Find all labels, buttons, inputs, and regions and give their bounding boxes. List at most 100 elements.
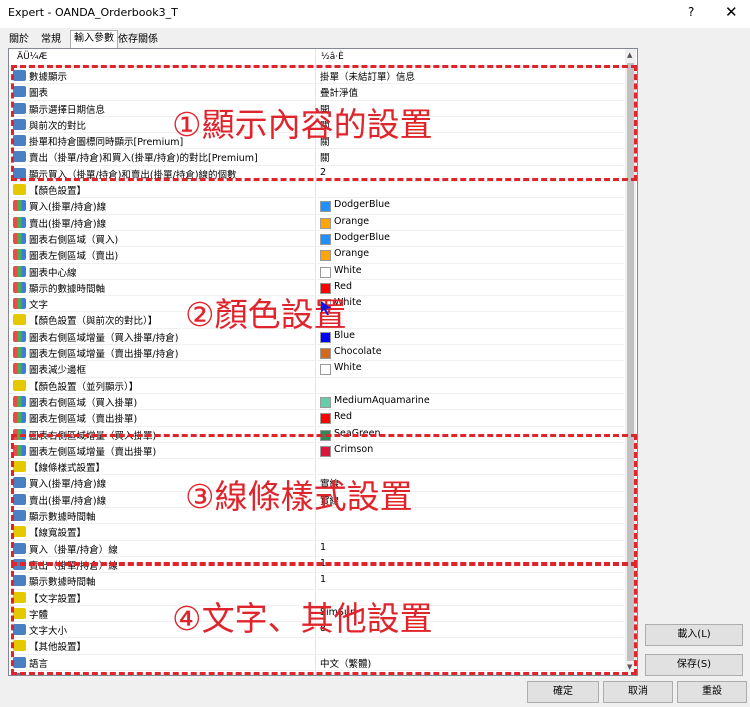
parameter-name: 【線條樣式設置】 bbox=[29, 463, 106, 475]
parameter-row[interactable]: 賣出(掛單/持倉)線 Orange bbox=[9, 215, 624, 231]
color-swatch[interactable] bbox=[320, 348, 331, 360]
reset-button[interactable]: 重設 bbox=[677, 681, 747, 703]
parameter-value[interactable]: 1 bbox=[320, 558, 326, 569]
load-button[interactable]: 載入(L) bbox=[645, 624, 743, 646]
parameter-row[interactable]: 買入(掛單/持倉)線 DodgerBlue bbox=[9, 198, 624, 215]
parameter-name: 圖表 bbox=[29, 88, 49, 100]
parameter-value[interactable]: White bbox=[334, 362, 362, 373]
color-param-icon bbox=[13, 281, 26, 293]
parameter-name: 【顏色設置（並列顯示）】 bbox=[29, 381, 139, 393]
parameter-row[interactable]: 【線寬設置】 bbox=[9, 524, 624, 541]
save-button[interactable]: 保存(S) bbox=[645, 654, 743, 676]
tab-general[interactable]: 常規 bbox=[38, 32, 64, 47]
parameter-name: 【線寬設置】 bbox=[29, 528, 87, 540]
help-icon[interactable]: ? bbox=[688, 5, 694, 19]
column-name-header[interactable]: ÄÜ¼Æ bbox=[17, 52, 47, 62]
parameter-value[interactable]: Orange bbox=[334, 216, 369, 227]
parameter-value[interactable]: 1 bbox=[320, 574, 326, 585]
parameter-row[interactable]: 圖表減少邊框 White bbox=[9, 361, 624, 378]
parameter-row[interactable]: 顯示數據時間軸 1 bbox=[9, 573, 624, 590]
cancel-button[interactable]: 取消 bbox=[603, 681, 673, 703]
parameter-row[interactable]: 圖表左側區域增量（賣出掛單/持倉) Chocolate bbox=[9, 345, 624, 362]
parameter-row[interactable]: 賣出（掛單/持倉)和買入(掛單/持倉)的對比[Premium] 關 bbox=[9, 149, 624, 166]
parameter-row[interactable]: 圖表右側區域增量（買入掛單) SeaGreen bbox=[9, 427, 624, 443]
tab-bar: 關於 常規 輸入參數 依存關係 bbox=[0, 30, 750, 49]
color-swatch[interactable] bbox=[320, 364, 331, 376]
ok-button[interactable]: 確定 bbox=[527, 681, 599, 703]
parameter-row[interactable]: 圖表左側區域（賣出) Orange bbox=[9, 247, 624, 264]
parameter-row[interactable]: 圖表左側區域（賣出掛單) Red bbox=[9, 410, 624, 427]
parameter-row[interactable]: 數據顯示 掛單（未結訂單）信息 bbox=[9, 68, 624, 85]
numeric-param-icon bbox=[13, 102, 26, 114]
numeric-param-icon bbox=[13, 558, 26, 570]
color-swatch[interactable] bbox=[320, 250, 331, 262]
parameter-name: 賣出(掛單/持倉)線 bbox=[29, 218, 107, 230]
parameter-row[interactable]: 【顏色設置】 bbox=[9, 182, 624, 199]
scroll-up-icon[interactable]: ▲ bbox=[627, 51, 632, 59]
parameter-name: 圖表右側區域（買入) bbox=[29, 234, 119, 246]
vertical-scrollbar[interactable]: ▲ ▼ bbox=[625, 49, 636, 675]
parameter-row[interactable]: 顯示買入（掛單/持倉)和賣出(掛單/持倉)線的個數 2 bbox=[9, 166, 624, 183]
parameter-value[interactable]: Chocolate bbox=[334, 346, 382, 357]
parameter-value[interactable]: White bbox=[334, 265, 362, 276]
parameter-name: 圖表減少邊框 bbox=[29, 365, 87, 377]
numeric-param-icon bbox=[13, 118, 26, 130]
parameter-value[interactable]: 掛單（未結訂單）信息 bbox=[320, 69, 415, 83]
parameter-name: 文字大小 bbox=[29, 626, 68, 638]
parameter-name: 買入(掛單/持倉)線 bbox=[29, 202, 107, 214]
parameter-name: 顯示買入（掛單/持倉)和賣出(掛單/持倉)線的個數 bbox=[29, 169, 237, 181]
parameter-name: 賣出（掛單/持倉）線 bbox=[29, 560, 118, 572]
parameter-value[interactable]: 中文（繁體) bbox=[320, 656, 371, 670]
parameter-name: 【文字設置】 bbox=[29, 593, 87, 605]
scroll-down-icon[interactable]: ▼ bbox=[627, 663, 632, 671]
color-swatch[interactable] bbox=[320, 445, 331, 457]
color-swatch[interactable] bbox=[320, 266, 331, 278]
parameter-value[interactable]: 開 bbox=[320, 672, 330, 676]
parameter-row[interactable]: 圖表中心線 White bbox=[9, 264, 624, 280]
parameter-row[interactable]: 圖表右側區域（買入掛單) MediumAquamarine bbox=[9, 394, 624, 411]
parameter-name: 圖表左側區域（賣出掛單) bbox=[29, 414, 138, 426]
color-param-icon bbox=[13, 330, 26, 342]
parameter-row[interactable]: 賣出（掛單/持倉）線 1 bbox=[9, 557, 624, 574]
tab-inputs[interactable]: 輸入參數 bbox=[70, 30, 118, 49]
parameter-name: 【顏色設置】 bbox=[29, 186, 87, 198]
color-swatch[interactable] bbox=[320, 201, 331, 213]
numeric-param-icon bbox=[13, 493, 26, 505]
parameter-rows: 數據顯示 掛單（未結訂單）信息 圖表 疊計淨值 顯示選擇日期信息開與前次的對比關掛單和持… bbox=[9, 68, 624, 676]
parameter-name: 數據顯示 bbox=[29, 72, 68, 83]
color-swatch[interactable] bbox=[320, 233, 331, 245]
parameter-value[interactable]: Crimson bbox=[334, 444, 373, 455]
text-param-icon bbox=[13, 607, 26, 619]
parameter-row[interactable]: 圖表右側區域（買入) DodgerBlue bbox=[9, 231, 624, 248]
parameter-value[interactable]: 2 bbox=[320, 167, 326, 178]
color-swatch[interactable] bbox=[320, 429, 331, 441]
color-swatch[interactable] bbox=[320, 396, 331, 408]
parameter-row[interactable]: 【顏色設置（並列顯示）】 bbox=[9, 378, 624, 394]
color-param-icon bbox=[13, 363, 26, 375]
tab-about[interactable]: 關於 bbox=[6, 32, 32, 47]
parameter-value[interactable]: SeaGreen bbox=[334, 428, 380, 439]
close-icon[interactable]: ✕ bbox=[725, 3, 738, 21]
parameter-value[interactable]: DodgerBlue bbox=[334, 232, 390, 243]
parameter-name: 賣出(掛單/持倉)線 bbox=[29, 495, 107, 507]
parameter-row[interactable]: 買入（掛單/持倉）線 1 bbox=[9, 541, 624, 557]
parameter-name: 文字 bbox=[29, 300, 49, 312]
parameter-value[interactable]: Red bbox=[334, 411, 352, 422]
color-param-icon bbox=[13, 200, 26, 212]
parameter-row[interactable]: 圖表左側區域增量（賣出掛單) Crimson bbox=[9, 443, 624, 460]
column-value-header[interactable]: ½â·È bbox=[321, 52, 344, 62]
parameter-row[interactable]: 語言 中文（繁體) bbox=[9, 655, 624, 671]
scroll-thumb[interactable] bbox=[627, 63, 634, 661]
cursor-arrow-icon bbox=[321, 301, 331, 315]
parameter-row[interactable]: 顯示持倉信息 開 bbox=[9, 671, 624, 676]
color-swatch[interactable] bbox=[320, 217, 331, 229]
parameter-value[interactable]: MediumAquamarine bbox=[334, 395, 430, 406]
parameter-row[interactable]: 【其他設置】 bbox=[9, 638, 624, 655]
annotation-label-3: ③線條樣式設置 bbox=[185, 477, 413, 516]
color-swatch[interactable] bbox=[320, 413, 331, 425]
parameter-value[interactable]: DodgerBlue bbox=[334, 199, 390, 210]
tab-dependencies[interactable]: 依存關係 bbox=[115, 32, 161, 47]
parameter-value[interactable]: Orange bbox=[334, 248, 369, 259]
parameter-value[interactable]: 1 bbox=[320, 542, 326, 553]
parameter-value[interactable]: 關 bbox=[320, 150, 330, 164]
